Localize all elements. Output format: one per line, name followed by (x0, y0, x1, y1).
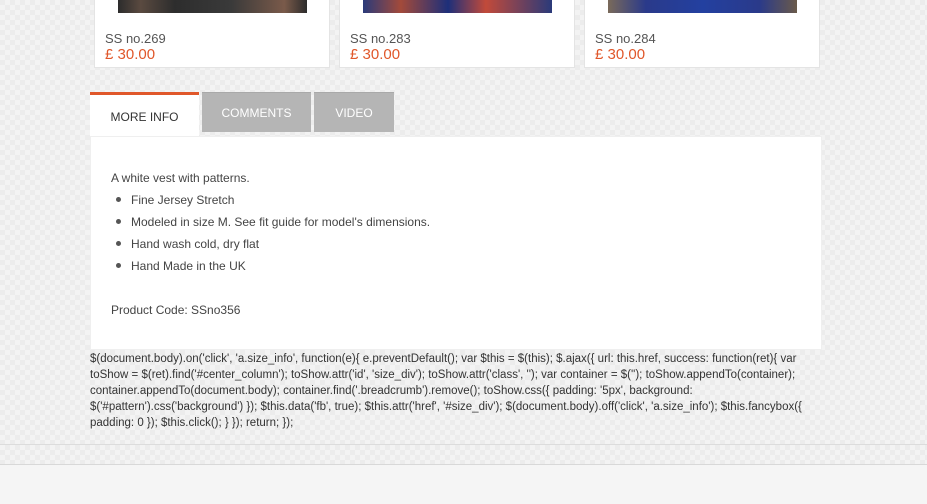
list-item: Modeled in size M. See fit guide for mod… (111, 213, 430, 235)
list-item: Hand wash cold, dry flat (111, 235, 430, 257)
bullet-icon (116, 263, 121, 268)
list-item-text: Hand Made in the UK (131, 259, 246, 273)
bullet-icon (116, 197, 121, 202)
product-card[interactable]: SS no.283 £ 30.00 (339, 0, 575, 68)
tab-video[interactable]: VIDEO (314, 92, 394, 132)
product-description: A white vest with patterns. (111, 171, 250, 185)
product-name[interactable]: SS no.283 (350, 31, 411, 46)
list-item: Hand Made in the UK (111, 257, 430, 279)
list-item-text: Fine Jersey Stretch (131, 193, 235, 207)
list-item: Fine Jersey Stretch (111, 191, 430, 213)
product-code: Product Code: SSno356 (111, 303, 241, 317)
feature-list: Fine Jersey Stretch Modeled in size M. S… (111, 191, 430, 279)
product-card[interactable]: SS no.269 £ 30.00 (94, 0, 330, 68)
product-thumbnail[interactable] (363, 0, 552, 13)
more-info-panel: A white vest with patterns. Fine Jersey … (90, 136, 822, 350)
tab-comments[interactable]: COMMENTS (202, 92, 311, 132)
bullet-icon (116, 241, 121, 246)
footer (0, 464, 927, 504)
list-item-text: Modeled in size M. See fit guide for mod… (131, 215, 431, 229)
product-card[interactable]: SS no.284 £ 30.00 (584, 0, 820, 68)
tab-more-info[interactable]: MORE INFO (90, 92, 199, 136)
list-item-text: Hand wash cold, dry flat (131, 237, 260, 251)
product-thumbnail[interactable] (608, 0, 797, 13)
product-price: £ 30.00 (350, 46, 401, 63)
product-name[interactable]: SS no.284 (595, 31, 656, 46)
bullet-icon (116, 219, 121, 224)
product-thumbnail[interactable] (118, 0, 307, 13)
product-price: £ 30.00 (595, 46, 646, 63)
product-name[interactable]: SS no.269 (105, 31, 166, 46)
raw-script-text: $(document.body).on('click', 'a.size_inf… (90, 353, 802, 429)
related-products: SS no.269 £ 30.00 SS no.283 £ 30.00 SS n… (94, 0, 822, 68)
product-price: £ 30.00 (105, 46, 156, 63)
divider (0, 444, 927, 445)
